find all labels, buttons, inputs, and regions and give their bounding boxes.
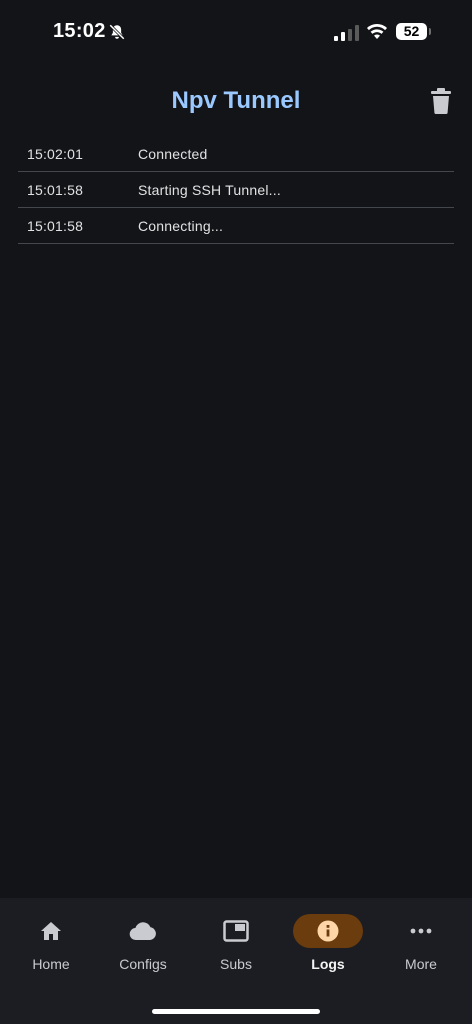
picture-in-picture-icon <box>223 920 249 942</box>
nav-icon-container <box>108 914 178 948</box>
nav-label-configs: Configs <box>119 956 167 972</box>
log-time: 15:01:58 <box>27 182 84 198</box>
nav-label-more: More <box>405 956 437 972</box>
status-time: 15:02 <box>53 20 106 42</box>
log-time: 15:02:01 <box>27 146 84 162</box>
nav-item-subs[interactable]: Subs <box>189 914 283 978</box>
app-header: Npv Tunnel <box>0 78 472 126</box>
nav-label-home: Home <box>32 956 70 972</box>
nav-label-subs: Subs <box>220 956 252 972</box>
battery-level: 52 <box>403 23 420 39</box>
nav-item-more[interactable]: More <box>374 914 468 978</box>
log-message: Connected <box>138 146 208 162</box>
wifi-icon <box>367 24 387 39</box>
page-title: Npv Tunnel <box>171 87 301 114</box>
nav-icon-container <box>386 914 456 948</box>
more-horizontal-icon <box>410 928 432 934</box>
cloud-icon <box>129 922 156 941</box>
log-row: 15:01:58 Starting SSH Tunnel... <box>18 172 454 208</box>
battery-icon: 52 <box>396 23 431 40</box>
log-message: Starting SSH Tunnel... <box>138 182 281 198</box>
nav-item-home[interactable]: Home <box>4 914 98 978</box>
log-row: 15:01:58 Connecting... <box>18 208 454 244</box>
log-message: Connecting... <box>138 218 224 234</box>
nav-item-configs[interactable]: Configs <box>96 914 190 978</box>
status-bar: 15:02 52 <box>0 0 472 64</box>
signal-icon <box>334 25 359 41</box>
nav-item-logs[interactable]: Logs <box>281 914 375 978</box>
info-icon <box>317 920 339 942</box>
bell-slash-icon <box>109 24 125 40</box>
nav-icon-container <box>201 914 271 948</box>
log-row: 15:02:01 Connected <box>18 136 454 172</box>
log-time: 15:01:58 <box>27 218 84 234</box>
bottom-nav: Home Configs Subs Logs More <box>0 898 472 1024</box>
home-icon <box>41 922 61 940</box>
nav-icon-container <box>16 914 86 948</box>
trash-icon[interactable] <box>430 88 452 114</box>
nav-icon-container <box>293 914 363 948</box>
home-indicator[interactable] <box>152 1009 320 1014</box>
nav-label-logs: Logs <box>311 956 345 972</box>
log-list: 15:02:01 Connected 15:01:58 Starting SSH… <box>18 136 454 244</box>
